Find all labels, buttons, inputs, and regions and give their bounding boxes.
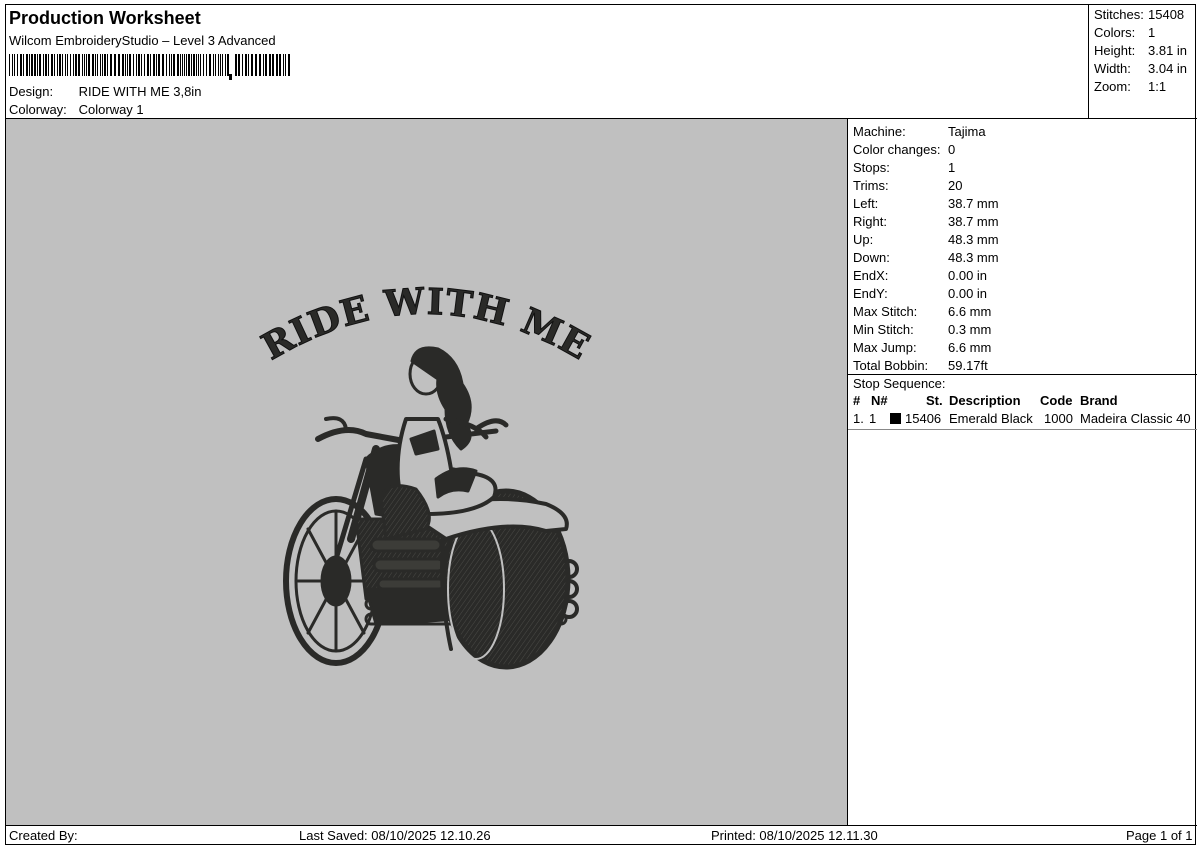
info-value: 0.00 in	[948, 286, 988, 301]
info-value: 48.3 mm	[948, 232, 999, 247]
design-preview: RIDE WITH ME	[6, 119, 848, 825]
row-description: Emerald Black	[949, 411, 1033, 426]
info-label: EndX:	[853, 268, 889, 283]
machine-info-row: Color changes: 0	[853, 141, 955, 159]
summary-label: Height:	[1094, 43, 1136, 58]
created-by: Created By:	[9, 828, 78, 843]
last-saved: Last Saved: 08/10/2025 12.10.26	[299, 828, 491, 843]
col-num: #	[853, 393, 861, 408]
row-num: 1.	[853, 411, 864, 426]
machine-info-row: Total Bobbin: 59.17ft	[853, 357, 988, 375]
summary-label: Width:	[1094, 61, 1131, 76]
info-label: Max Stitch:	[853, 304, 918, 319]
design-label: Design:	[9, 84, 54, 99]
summary-height: Height: 3.81 in	[1094, 43, 1187, 58]
info-label: Min Stitch:	[853, 322, 914, 337]
machine-info-row: Max Stitch: 6.6 mm	[853, 303, 991, 321]
row-n: 1	[869, 411, 877, 426]
info-value: 59.17ft	[948, 358, 988, 373]
machine-info-row: Trims: 20	[853, 177, 962, 195]
col-code: Code	[1040, 393, 1073, 408]
col-n: N#	[871, 393, 888, 408]
row-stitches: 15406	[905, 411, 942, 426]
software-name: Wilcom EmbroideryStudio – Level 3 Advanc…	[9, 33, 276, 48]
info-value: 6.6 mm	[948, 340, 992, 355]
info-label: Right:	[853, 214, 887, 229]
page-number: Page 1 of 1	[1126, 828, 1193, 843]
machine-info-panel: Stop Sequence: # N# St. Description Code…	[848, 119, 1197, 825]
summary-colors: Colors: 1	[1094, 25, 1155, 40]
thread-color-swatch	[890, 413, 901, 424]
machine-info-row: Down: 48.3 mm	[853, 249, 999, 267]
info-label: Max Jump:	[853, 340, 917, 355]
info-label: Total Bobbin:	[853, 358, 929, 373]
summary-label: Stitches:	[1094, 7, 1144, 22]
col-description: Description	[949, 393, 1021, 408]
embroidery-design: RIDE WITH ME	[254, 280, 597, 670]
info-value: 38.7 mm	[948, 196, 999, 211]
summary-value: 1:1	[1148, 79, 1167, 94]
row-brand: Madeira Classic 40	[1080, 411, 1191, 426]
summary-label: Zoom:	[1094, 79, 1131, 94]
summary-label: Colors:	[1094, 25, 1136, 40]
summary-value: 3.81 in	[1148, 43, 1188, 58]
machine-info-row: EndY: 0.00 in	[853, 285, 987, 303]
machine-info-row: EndX: 0.00 in	[853, 267, 987, 285]
summary-stitches: Stitches: 15408	[1094, 7, 1184, 22]
info-label: Trims:	[853, 178, 889, 193]
summary-value: 3.04 in	[1148, 61, 1188, 76]
motorcycle-rider-graphic	[283, 346, 579, 670]
design-row: Design: RIDE WITH ME 3,8in	[9, 84, 201, 99]
machine-info-row: Up: 48.3 mm	[853, 231, 999, 249]
stop-sequence-title: Stop Sequence:	[853, 376, 946, 391]
summary-zoom: Zoom: 1:1	[1094, 79, 1166, 94]
info-label: EndY:	[853, 286, 888, 301]
info-label: Down:	[853, 250, 890, 265]
summary-value: 15408	[1148, 7, 1185, 22]
info-value: 48.3 mm	[948, 250, 999, 265]
design-value: RIDE WITH ME 3,8in	[78, 84, 202, 99]
machine-info-row: Machine: Tajima	[853, 123, 986, 141]
production-worksheet: Production Worksheet Wilcom EmbroiderySt…	[5, 4, 1197, 846]
colorway-label: Colorway:	[9, 102, 67, 117]
summary-value: 1	[1148, 25, 1156, 40]
col-st: St.	[926, 393, 943, 408]
col-brand: Brand	[1080, 393, 1118, 408]
divider	[848, 429, 1197, 430]
worksheet-footer: Created By: Last Saved: 08/10/2025 12.10…	[6, 825, 1197, 846]
machine-info-row: Stops: 1	[853, 159, 955, 177]
info-label: Machine:	[853, 124, 906, 139]
info-value: 38.7 mm	[948, 214, 999, 229]
info-value: Tajima	[948, 124, 986, 139]
info-value: 0.3 mm	[948, 322, 992, 337]
info-label: Stops:	[853, 160, 890, 175]
info-label: Left:	[853, 196, 879, 211]
info-value: 6.6 mm	[948, 304, 992, 319]
info-value: 0.00 in	[948, 268, 988, 283]
machine-info-row: Max Jump: 6.6 mm	[853, 339, 991, 357]
worksheet-header: Production Worksheet Wilcom EmbroiderySt…	[6, 5, 1088, 119]
machine-info-row: Left: 38.7 mm	[853, 195, 999, 213]
info-value: 0	[948, 142, 956, 157]
colorway-value: Colorway 1	[78, 102, 144, 117]
info-value: 1	[948, 160, 956, 175]
barcode-graphic	[9, 54, 290, 80]
printed-date: Printed: 08/10/2025 12.11.30	[711, 828, 878, 843]
machine-info-row: Min Stitch: 0.3 mm	[853, 321, 991, 339]
info-label: Up:	[853, 232, 874, 247]
info-value: 20	[948, 178, 963, 193]
info-label: Color changes:	[853, 142, 941, 157]
summary-width: Width: 3.04 in	[1094, 61, 1187, 76]
page-title: Production Worksheet	[9, 8, 201, 28]
stitch-summary: Stitches: 15408 Colors: 1 Height: 3.81 in W…	[1088, 5, 1197, 119]
colorway-row: Colorway: Colorway 1	[9, 102, 144, 117]
machine-info-row: Right: 38.7 mm	[853, 213, 999, 231]
row-code: 1000	[1044, 411, 1073, 426]
